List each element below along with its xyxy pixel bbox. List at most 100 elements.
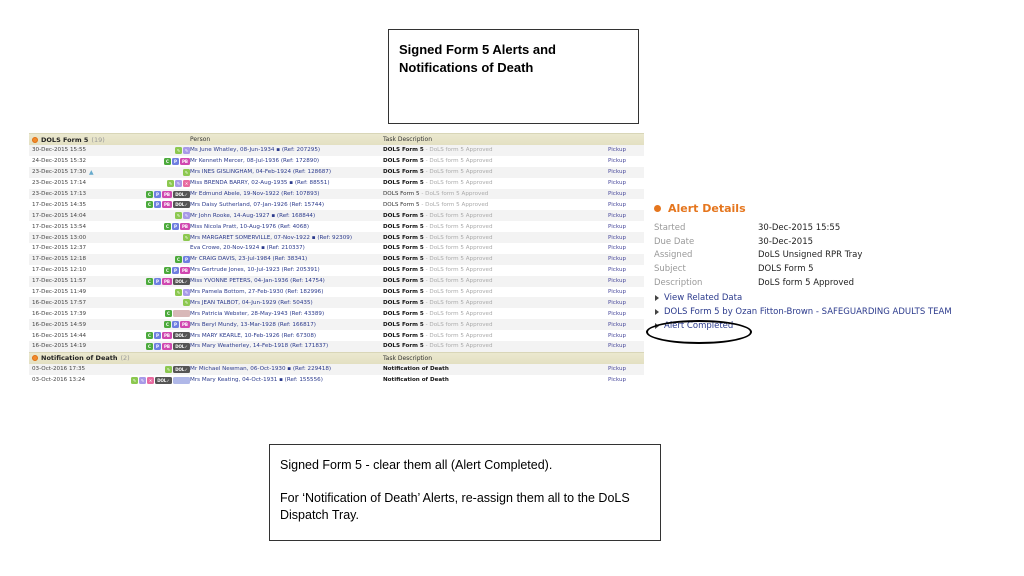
table-row[interactable]: 17-Dec-2015 14:35 C P PB DOL✓ Mrs Daisy Suthe… (29, 199, 644, 210)
link-label[interactable]: DOLS Form 5 by Ozan Fitton-Brown - SAFEG… (664, 305, 952, 319)
pickup-link[interactable]: Pickup (608, 289, 626, 295)
badge-dol-icon[interactable]: DOL✓ (173, 332, 190, 340)
badge-edit-icon[interactable]: ✎ (175, 146, 182, 154)
person-link[interactable]: Mr CRAIG DAVIS, 23-Jul-1984 (Ref: 38341) (190, 256, 307, 262)
badge-c-icon[interactable]: C (146, 332, 153, 340)
pickup-link[interactable]: Pickup (608, 300, 626, 306)
person-link[interactable]: Mr Edmund Abele, 19-Nov-1922 (Ref: 10789… (190, 191, 319, 197)
badge-note-icon[interactable]: ✎ (183, 288, 190, 296)
table-row[interactable]: 03-Oct-2016 17:35 ✎ DOL✓ Mr Michael Newman,… (29, 363, 644, 375)
pickup-link[interactable]: Pickup (608, 256, 626, 262)
section-header[interactable]: Notification of Death (2) Task Description (29, 351, 644, 364)
table-row[interactable]: 24-Dec-2015 15:32 C P PB Mr Kenneth Mercer, … (29, 156, 644, 167)
pickup-link[interactable]: Pickup (608, 147, 626, 153)
pickup-link[interactable]: Pickup (608, 343, 626, 349)
badge-pb-icon[interactable]: PB (162, 277, 172, 285)
badge-edit-icon[interactable]: ✎ (165, 365, 172, 373)
view-related-data-link[interactable]: View Related Data (654, 291, 974, 305)
table-row[interactable]: 16-Dec-2015 17:57 ✎ Mrs JEAN TALBOT, 04-Ju… (29, 297, 644, 309)
person-link[interactable]: Mr Michael Newman, 06-Oct-1930 ▪ (Ref: 2… (190, 366, 331, 372)
expand-triangle-icon[interactable] (655, 308, 659, 315)
person-link[interactable]: Eva Crowe, 20-Nov-1924 ▪ (Ref: 210337) (190, 245, 305, 251)
table-row[interactable]: 23-Dec-2015 17:13 C P PB DOL✓ Mr Edmund Abele… (29, 188, 644, 200)
pickup-link[interactable]: Pickup (608, 278, 626, 284)
badge-pb-icon[interactable]: PB (162, 332, 172, 340)
section-header[interactable]: DOLS Form 5 (19) Person Task Description (29, 133, 644, 145)
pickup-link[interactable]: Pickup (608, 311, 626, 317)
table-row[interactable]: 17-Dec-2015 11:49 ✎ ✎ Mrs Pamela Bottom, 27… (29, 287, 644, 298)
person-link[interactable]: Mrs INES GISLINGHAM, 04-Feb-1924 (Ref: 1… (190, 169, 331, 175)
table-row[interactable]: 03-Oct-2016 13:24 ✎ ✎ ✕ DOL✓ Mrs Mary Keating… (29, 375, 644, 386)
person-link[interactable]: Mrs JEAN TALBOT, 04-Jun-1929 (Ref: 50435… (190, 300, 313, 306)
column-header-person[interactable]: Person (190, 136, 210, 143)
badge-dol-icon[interactable]: DOL✓ (173, 201, 190, 209)
badge-note-icon[interactable]: ✎ (139, 376, 146, 384)
table-row[interactable]: 23-Dec-2015 17:30 ▲ ✎ Mrs INES GISLINGHAM, … (29, 166, 644, 178)
person-link[interactable]: Mrs Daisy Sutherland, 07-Jan-1926 (Ref: … (190, 202, 324, 208)
badge-p-icon[interactable]: P (172, 157, 179, 165)
badge-red-icon[interactable]: ✕ (183, 179, 190, 187)
person-link[interactable]: Mrs MARGARET SOMERVILLE, 07-Nov-1922 ▪ (… (190, 235, 352, 241)
badge-dol-icon[interactable]: DOL✓ (173, 190, 190, 198)
badge-p-icon[interactable]: P (154, 277, 161, 285)
pickup-link[interactable]: Pickup (608, 213, 626, 219)
column-header-task[interactable]: Task Description (383, 355, 432, 362)
badge-c-icon[interactable]: C (164, 321, 171, 329)
badge-pb-icon[interactable]: PB (180, 266, 190, 274)
collapse-toggle-icon[interactable] (32, 136, 38, 143)
pickup-link[interactable]: Pickup (608, 322, 626, 328)
badge-edit-icon[interactable]: ✎ (183, 234, 190, 242)
column-header-task[interactable]: Task Description (383, 136, 432, 143)
badge-dol-icon[interactable]: DOL✓ (173, 342, 190, 350)
badge-p-icon[interactable]: P (154, 190, 161, 198)
person-link[interactable]: Mrs MARY KEARLE, 10-Feb-1926 (Ref: 67308… (190, 333, 316, 339)
badge-pb-icon[interactable]: PB (162, 201, 172, 209)
pickup-link[interactable]: Pickup (608, 333, 626, 339)
table-row[interactable]: 17-Dec-2015 14:04 ✎ ✎ Mr John Rooke, 14-Aug… (29, 210, 644, 222)
person-link[interactable]: Mrs Gertrude Jones, 10-Jul-1923 (Ref: 20… (190, 267, 320, 273)
person-link[interactable]: Mrs Mary Weatherley, 14-Feb-1918 (Ref: 1… (190, 343, 328, 349)
badge-c-icon[interactable]: C (146, 201, 153, 209)
person-link[interactable]: Mrs Pamela Bottom, 27-Feb-1930 (Ref: 182… (190, 289, 323, 295)
pickup-link[interactable]: Pickup (608, 245, 626, 251)
badge-c-icon[interactable]: C (164, 223, 171, 231)
pickup-link[interactable]: Pickup (608, 235, 626, 241)
badge-dol-icon[interactable]: DOL✓ (173, 365, 190, 373)
badge-note-icon[interactable]: ✎ (183, 146, 190, 154)
pickup-link[interactable]: Pickup (608, 191, 626, 197)
table-row[interactable]: 17-Dec-2015 13:54 C P PB Miss Nicola Pratt, … (29, 221, 644, 232)
table-row[interactable]: 17-Dec-2015 12:10 C P PB Mrs Gertrude Jones,… (29, 265, 644, 276)
badge-edit-icon[interactable]: ✎ (183, 168, 190, 176)
badge-gr-icon[interactable] (173, 310, 190, 318)
table-row[interactable]: 17-Dec-2015 12:18 C P Mr CRAIG DAVIS, 23-Ju… (29, 253, 644, 265)
table-row[interactable]: 16-Dec-2015 14:19 C P PB DOL✓ Mrs Mary Weathe… (29, 341, 644, 352)
badge-note-icon[interactable]: ✎ (175, 179, 182, 187)
pickup-link[interactable]: Pickup (608, 158, 626, 164)
badge-c-icon[interactable]: C (175, 255, 182, 263)
pickup-link[interactable]: Pickup (608, 180, 626, 186)
person-link[interactable]: Mr Kenneth Mercer, 08-Jul-1936 (Ref: 172… (190, 158, 319, 164)
badge-edit-icon[interactable]: ✎ (183, 299, 190, 307)
badge-pb-icon[interactable]: PB (162, 342, 172, 350)
table-row[interactable]: 16-Dec-2015 14:44 C P PB DOL✓ Mrs MARY KEARLE… (29, 330, 644, 341)
badge-pb-icon[interactable]: PB (180, 223, 190, 231)
dols-form-link[interactable]: DOLS Form 5 by Ozan Fitton-Brown - SAFEG… (654, 305, 974, 319)
table-row[interactable]: 17-Dec-2015 11:57 C P PB DOL✓ Miss YVONNE PET… (29, 275, 644, 287)
person-link[interactable]: Miss BRENDA BARRY, 02-Aug-1935 ▪ (Ref: 8… (190, 180, 330, 186)
person-link[interactable]: Mrs Mary Keating, 04-Oct-1931 ▪ (Ref: 15… (190, 377, 323, 383)
table-row[interactable]: 17-Dec-2015 12:37 Eva Crowe, 20-Nov-1924 … (29, 243, 644, 254)
badge-edit-icon[interactable]: ✎ (175, 212, 182, 220)
table-row[interactable]: 30-Dec-2015 15:55 ✎ ✎ Ms June Whatley, 08-J… (29, 145, 644, 156)
link-label[interactable]: View Related Data (664, 291, 742, 305)
badge-dol-icon[interactable]: DOL✓ (173, 277, 190, 285)
badge-p-icon[interactable]: P (183, 255, 190, 263)
badge-red-icon[interactable]: ✕ (147, 376, 154, 384)
badge-pb-icon[interactable]: PB (162, 190, 172, 198)
badge-c-icon[interactable]: C (146, 277, 153, 285)
badge-pb-icon[interactable]: PB (180, 321, 190, 329)
pickup-link[interactable]: Pickup (608, 366, 626, 372)
badge-p-icon[interactable]: P (154, 332, 161, 340)
table-row[interactable]: 16-Dec-2015 17:39 C Mrs Patricia Webster, … (29, 308, 644, 319)
badge-ext-icon[interactable] (173, 376, 190, 384)
badge-edit-icon[interactable]: ✎ (167, 179, 174, 187)
